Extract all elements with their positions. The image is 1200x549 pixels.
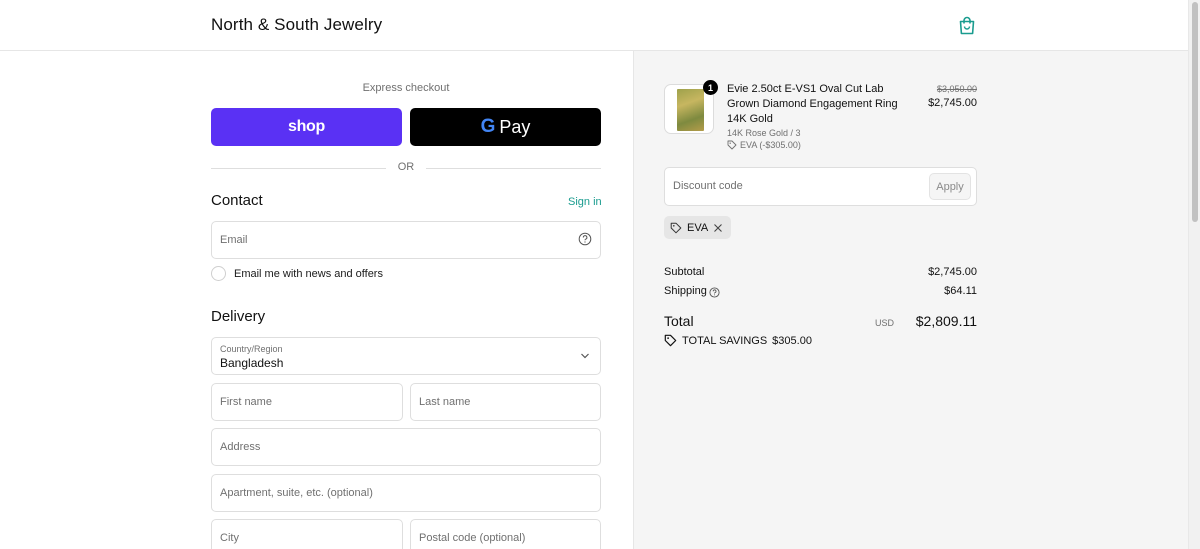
- newsletter-option[interactable]: Email me with news and offers: [211, 266, 383, 281]
- scrollbar-thumb[interactable]: [1192, 2, 1198, 222]
- discount-code-placeholder: Discount code: [673, 180, 743, 192]
- close-icon[interactable]: [713, 223, 723, 233]
- product-variant: 14K Rose Gold / 3: [727, 128, 801, 138]
- subtotal-row: Subtotal $2,745.00: [664, 266, 977, 278]
- applied-discount-chip: EVA: [664, 216, 732, 239]
- or-divider: OR: [211, 161, 601, 175]
- city-field[interactable]: City: [211, 519, 403, 549]
- help-circle-icon[interactable]: [578, 232, 592, 246]
- original-price: $3,050.00: [936, 84, 977, 94]
- newsletter-label: Email me with news and offers: [234, 267, 383, 280]
- last-name-placeholder: Last name: [419, 396, 471, 408]
- savings-label: TOTAL SAVINGS: [682, 334, 768, 347]
- current-price: $2,745.00: [928, 97, 977, 109]
- product-discount-text: EVA (-$305.00): [740, 140, 801, 150]
- or-text: OR: [397, 161, 415, 173]
- google-g-icon: G: [480, 116, 496, 137]
- product-discount: EVA (-$305.00): [727, 140, 801, 150]
- postal-code-placeholder: Postal code (optional): [419, 532, 526, 544]
- apartment-field[interactable]: Apartment, suite, etc. (optional): [211, 474, 601, 512]
- postal-code-field[interactable]: Postal code (optional): [410, 519, 601, 549]
- google-pay-button[interactable]: G Pay: [410, 108, 601, 146]
- shop-pay-button[interactable]: shop: [211, 108, 402, 146]
- quantity-badge: 1: [703, 80, 718, 95]
- country-value: Bangladesh: [220, 356, 284, 370]
- email-field[interactable]: Email: [211, 221, 601, 259]
- address-field[interactable]: Address: [211, 428, 601, 466]
- subtotal-label: Subtotal: [664, 266, 705, 278]
- chevron-down-icon: [581, 353, 589, 359]
- country-select[interactable]: Country/Region Bangladesh: [211, 337, 601, 375]
- first-name-field[interactable]: First name: [211, 383, 403, 421]
- tag-icon: [727, 140, 737, 150]
- shipping-value: $64.11: [944, 285, 977, 297]
- savings-value: $305.00: [772, 334, 812, 347]
- store-name[interactable]: North & South Jewelry: [211, 15, 382, 35]
- email-placeholder: Email: [220, 234, 248, 246]
- sign-in-link[interactable]: Sign in: [568, 196, 602, 208]
- total-savings: TOTAL SAVINGS $305.00: [664, 334, 812, 347]
- contact-heading: Contact: [211, 192, 263, 209]
- total-value: $2,809.11: [915, 313, 977, 329]
- last-name-field[interactable]: Last name: [410, 383, 601, 421]
- applied-discount-code: EVA: [687, 221, 709, 234]
- country-label: Country/Region: [220, 344, 283, 354]
- page-scrollbar[interactable]: [1188, 0, 1200, 549]
- total-label: Total: [664, 313, 694, 329]
- first-name-placeholder: First name: [220, 396, 272, 408]
- delivery-heading: Delivery: [211, 308, 266, 325]
- shipping-label: Shipping: [664, 285, 707, 297]
- total-currency: USD: [874, 318, 894, 328]
- newsletter-checkbox[interactable]: [211, 266, 226, 281]
- tag-icon: [664, 334, 677, 347]
- shopping-bag-icon[interactable]: [958, 16, 976, 35]
- discount-code-field[interactable]: Discount code Apply: [664, 167, 977, 206]
- apartment-placeholder: Apartment, suite, etc. (optional): [220, 487, 373, 499]
- express-checkout-title: Express checkout: [362, 82, 450, 94]
- product-image: [677, 89, 704, 131]
- google-pay-label: Pay: [499, 116, 531, 137]
- site-header: North & South Jewelry: [0, 0, 1188, 51]
- tag-icon: [670, 222, 682, 233]
- apply-button[interactable]: Apply: [929, 173, 971, 200]
- product-name: Evie 2.50ct E-VS1 Oval Cut Lab Grown Dia…: [727, 83, 898, 125]
- help-circle-icon[interactable]: [709, 287, 720, 298]
- shipping-row: Shipping $64.11: [664, 285, 977, 298]
- subtotal-value: $2,745.00: [928, 266, 977, 278]
- address-placeholder: Address: [220, 441, 261, 453]
- city-placeholder: City: [220, 532, 239, 544]
- shop-pay-label: shop: [287, 118, 326, 135]
